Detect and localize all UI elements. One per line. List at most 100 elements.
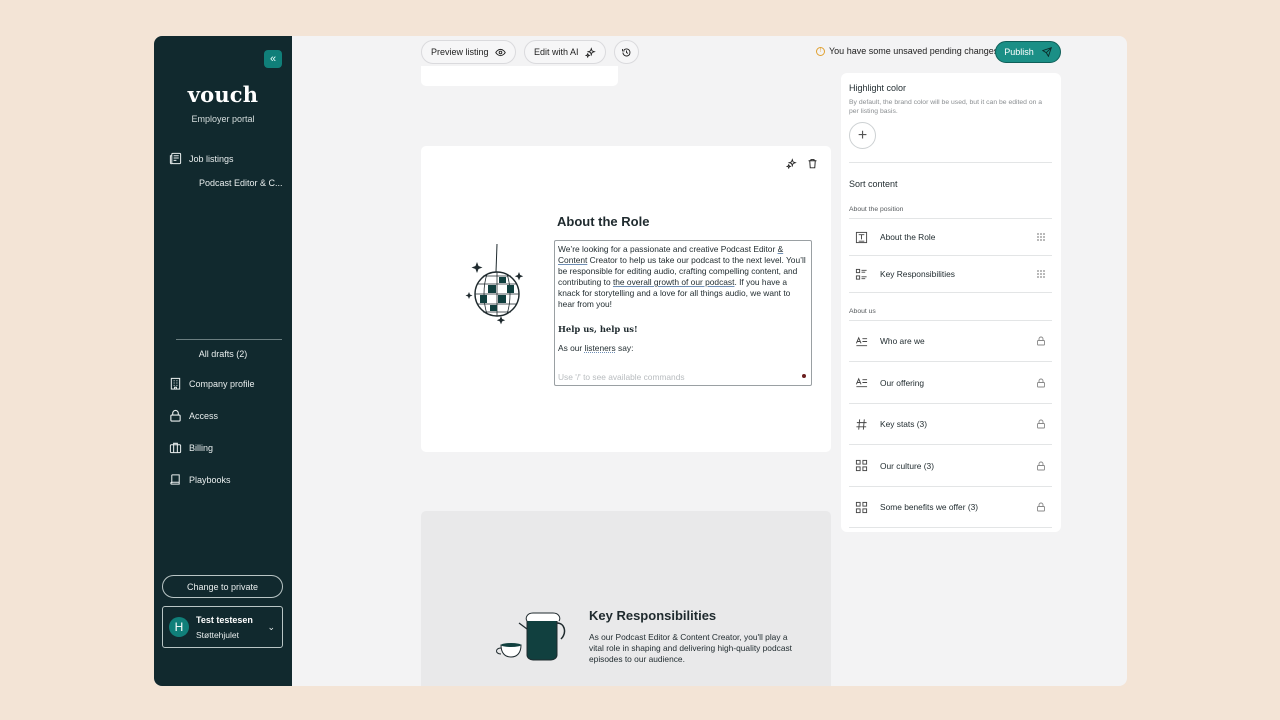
collapse-sidebar-button[interactable]: « [264, 50, 282, 68]
app-window: « vouch Employer portal Job listings Pod… [154, 36, 1127, 686]
group-label-about-us: About us [849, 308, 876, 315]
sort-row-label: Some benefits we offer (3) [880, 502, 979, 512]
grid-icon [855, 459, 868, 472]
edit-with-ai-button[interactable]: Edit with AI [524, 40, 606, 64]
warning-icon: ! [816, 46, 825, 56]
sort-row-who-are-we[interactable]: Who are we [849, 320, 1052, 361]
text-lines-icon [855, 336, 868, 346]
panel-divider [849, 527, 1052, 528]
text-segment: We’re looking for a passionate and creat… [558, 244, 778, 254]
sort-row-about-the-role[interactable]: About the Role [849, 218, 1052, 255]
avatar: H [169, 617, 189, 637]
rich-text-editor[interactable]: We’re looking for a passionate and creat… [554, 240, 812, 386]
change-to-private-button[interactable]: Change to private [162, 575, 283, 598]
sidebar: « vouch Employer portal Job listings Pod… [154, 36, 292, 686]
brand-logo: vouch [187, 82, 259, 107]
editor-heading: Help us, help us! [558, 324, 638, 334]
sort-row-label: Key stats (3) [880, 419, 928, 429]
sort-row-label: Key Responsibilities [880, 269, 955, 279]
text-segment: As our [558, 343, 585, 353]
edit-ai-label: Edit with AI [534, 47, 579, 57]
plus-icon: + [857, 126, 868, 144]
add-color-button[interactable]: + [849, 122, 876, 149]
trash-icon[interactable] [807, 158, 818, 169]
user-menu[interactable]: H Test testesen Støttehjulet ⌄ [162, 606, 283, 648]
text-block-icon [855, 231, 868, 243]
newspaper-icon [169, 152, 182, 165]
editor-placeholder: Use '/' to see available commands [558, 372, 685, 382]
section-title: Key Responsibilities [589, 608, 717, 623]
settings-panel: Highlight color By default, the brand co… [841, 73, 1061, 532]
sidebar-divider [176, 339, 282, 340]
sidebar-item-access[interactable]: Access [169, 409, 218, 422]
highlight-color-description: By default, the brand color will be used… [849, 99, 1043, 115]
sidebar-item-label: Job listings [189, 153, 234, 164]
group-label-position: About the position [849, 206, 904, 213]
list-icon [855, 268, 867, 280]
sidebar-item-company-profile[interactable]: Company profile [169, 377, 255, 390]
section-text: As our Podcast Editor & Content Creator,… [589, 632, 792, 664]
lock-icon [1037, 336, 1045, 346]
sidebar-item-label: Access [189, 410, 219, 421]
sort-row-our-offering[interactable]: Our offering [849, 361, 1052, 403]
role-paragraph: We’re looking for a passionate and creat… [558, 244, 808, 310]
sidebar-item-job-podcast-editor[interactable]: Podcast Editor & C... [199, 178, 283, 188]
sort-content-title: Sort content [849, 179, 898, 189]
lock-icon [1037, 419, 1045, 429]
user-organization: Støttehjulet [196, 630, 239, 640]
editor-quote-line: As our listeners say: [558, 343, 808, 354]
sparkles-icon [584, 46, 596, 58]
sort-row-label: Who are we [880, 336, 925, 346]
teapot-illustration [496, 612, 566, 661]
grid-icon [855, 501, 868, 513]
preview-label: Preview listing [431, 47, 489, 57]
sort-row-key-stats[interactable]: Key stats (3) [849, 403, 1052, 444]
publish-button[interactable]: Publish [995, 41, 1061, 63]
brand-subtitle: Employer portal [191, 114, 255, 124]
sidebar-item-label: Company profile [189, 378, 255, 389]
lock-icon [170, 409, 181, 422]
unsaved-changes-text: You have some unsaved pending changes [829, 46, 999, 56]
sort-row-our-culture[interactable]: Our culture (3) [849, 444, 1052, 486]
drag-handle-icon[interactable] [1036, 232, 1046, 242]
book-icon [170, 474, 180, 485]
briefcase-icon [169, 442, 182, 454]
highlight-color-title: Highlight color [849, 83, 907, 93]
text-lines-icon [855, 377, 868, 388]
main-content: Preview listing Edit with AI ! You have … [292, 36, 1127, 686]
eye-icon [494, 48, 506, 56]
chevron-down-icon: ⌄ [267, 622, 275, 632]
sidebar-item-playbooks[interactable]: Playbooks [169, 473, 231, 486]
preview-listing-button[interactable]: Preview listing [421, 40, 516, 64]
history-button[interactable] [614, 40, 639, 64]
sidebar-item-all-drafts[interactable]: All drafts (2) [154, 349, 292, 359]
sort-row-key-responsibilities[interactable]: Key Responsibilities [849, 255, 1052, 292]
status-dot [802, 374, 806, 378]
panel-divider [849, 162, 1052, 163]
sort-row-label: Our offering [880, 377, 925, 388]
text-segment: listeners [584, 343, 616, 353]
section-actions [786, 158, 818, 169]
sidebar-item-billing[interactable]: Billing [169, 441, 213, 454]
sort-row-label: Our culture (3) [880, 460, 934, 471]
building-icon [170, 377, 181, 390]
section-title: About the Role [557, 214, 650, 229]
key-responsibilities-section: Key Responsibilities As our Podcast Edit… [421, 511, 831, 686]
lock-icon [1037, 461, 1045, 470]
unsaved-changes-notice: ! You have some unsaved pending changes [816, 46, 998, 56]
publish-label: Publish [1004, 47, 1034, 57]
previous-section-card [421, 66, 618, 86]
sidebar-item-label: Playbooks [189, 474, 231, 485]
panel-divider [849, 292, 1052, 293]
sidebar-item-label: Billing [189, 442, 214, 453]
lock-icon [1037, 378, 1045, 387]
hash-icon [856, 418, 867, 430]
sparkles-icon[interactable] [786, 158, 797, 169]
sidebar-item-job-listings[interactable]: Job listings [169, 152, 234, 165]
sort-row-benefits[interactable]: Some benefits we offer (3) [849, 486, 1052, 527]
about-role-section: About the Role We’re looking for a passi… [421, 146, 831, 452]
drag-handle-icon[interactable] [1036, 269, 1046, 279]
history-icon [622, 47, 631, 56]
text-segment: the overall growth of our podcast [612, 277, 735, 287]
sort-row-label: About the Role [880, 232, 936, 242]
